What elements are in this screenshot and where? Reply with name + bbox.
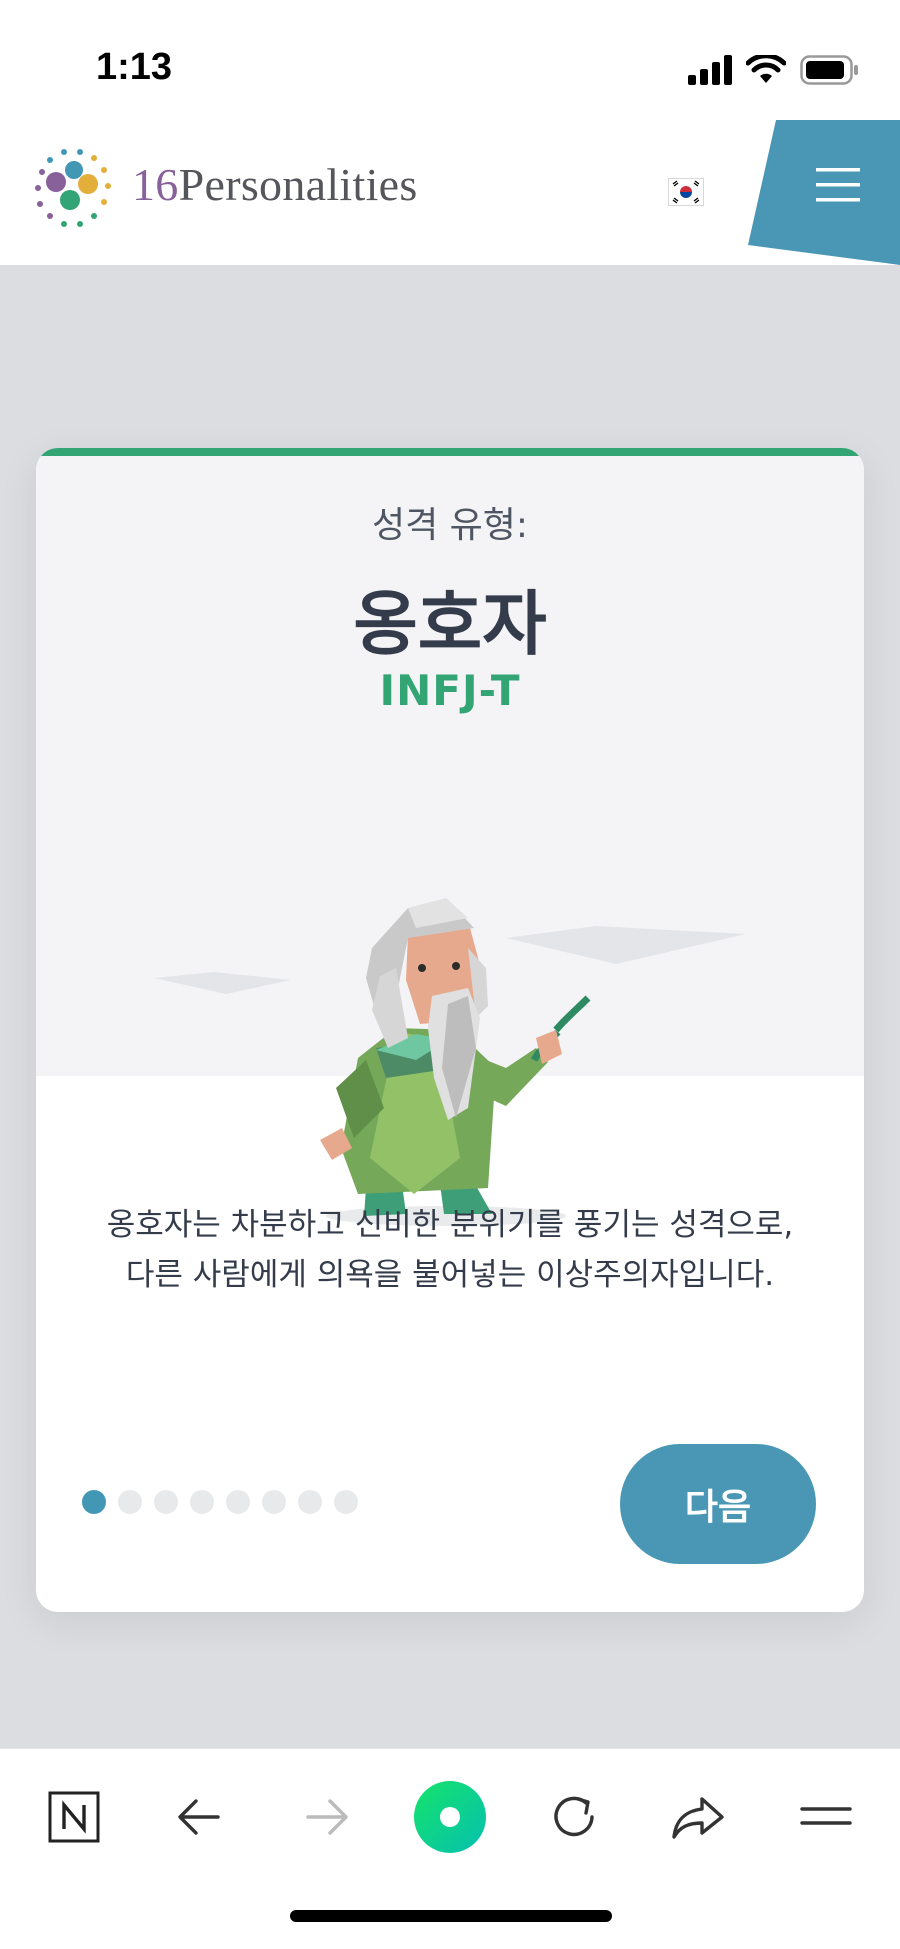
- pager-dot[interactable]: [334, 1490, 358, 1514]
- pager-dot[interactable]: [298, 1490, 322, 1514]
- battery-icon: [800, 55, 858, 85]
- cloud-shape: [506, 926, 746, 964]
- description-line-1: 옹호자는 차분하고 신비한 분위기를 풍기는 성격으로,: [106, 1207, 794, 1243]
- type-description: 옹호자는 차분하고 신비한 분위기를 풍기는 성격으로, 다른 사람에게 의욕을…: [76, 1200, 824, 1300]
- pager-dot[interactable]: [82, 1490, 106, 1514]
- type-name: 옹호자: [353, 583, 547, 665]
- home-indicator[interactable]: [290, 1910, 612, 1922]
- pager-dot[interactable]: [262, 1490, 286, 1514]
- logo-mark-icon[interactable]: [26, 144, 120, 238]
- advocate-illustration: [154, 898, 746, 1226]
- pager-dot[interactable]: [118, 1490, 142, 1514]
- naver-icon[interactable]: [36, 1779, 112, 1855]
- menu-icon[interactable]: [788, 1779, 864, 1855]
- reload-icon[interactable]: [536, 1779, 612, 1855]
- logo-wordmark[interactable]: 16Personalities: [132, 158, 418, 211]
- pager-dot[interactable]: [190, 1490, 214, 1514]
- card-accent-stripe: [36, 448, 864, 456]
- share-icon[interactable]: [660, 1779, 736, 1855]
- pager-dots: [82, 1490, 358, 1514]
- forward-arrow-icon[interactable]: [288, 1779, 364, 1855]
- type-code: INFJ-T: [379, 666, 521, 715]
- logo-word: Personalities: [178, 159, 418, 210]
- wifi-icon: [746, 55, 786, 83]
- logo-number: 16: [132, 159, 179, 210]
- home-circle-icon[interactable]: [412, 1779, 488, 1855]
- korea-flag-icon[interactable]: [668, 178, 704, 206]
- type-label: 성격 유형:: [371, 505, 529, 546]
- description-line-2: 다른 사람에게 의욕을 불어넣는 이상주의자입니다.: [125, 1257, 775, 1293]
- status-time: 1:13: [96, 46, 173, 88]
- status-icons: [688, 52, 860, 88]
- next-button[interactable]: 다음: [620, 1444, 816, 1564]
- personality-card: 성격 유형: 옹호자 INFJ-T 옹호자는 차분하고 신비한 분위기를 풍기는…: [36, 448, 864, 1612]
- site-header: 16Personalities: [0, 120, 900, 265]
- status-bar: 1:13: [0, 0, 900, 120]
- signal-icon: [688, 55, 732, 85]
- back-arrow-icon[interactable]: [162, 1779, 238, 1855]
- hamburger-menu-icon[interactable]: [748, 120, 900, 265]
- pager-dot[interactable]: [226, 1490, 250, 1514]
- cloud-shape: [154, 972, 291, 994]
- pager-dot[interactable]: [154, 1490, 178, 1514]
